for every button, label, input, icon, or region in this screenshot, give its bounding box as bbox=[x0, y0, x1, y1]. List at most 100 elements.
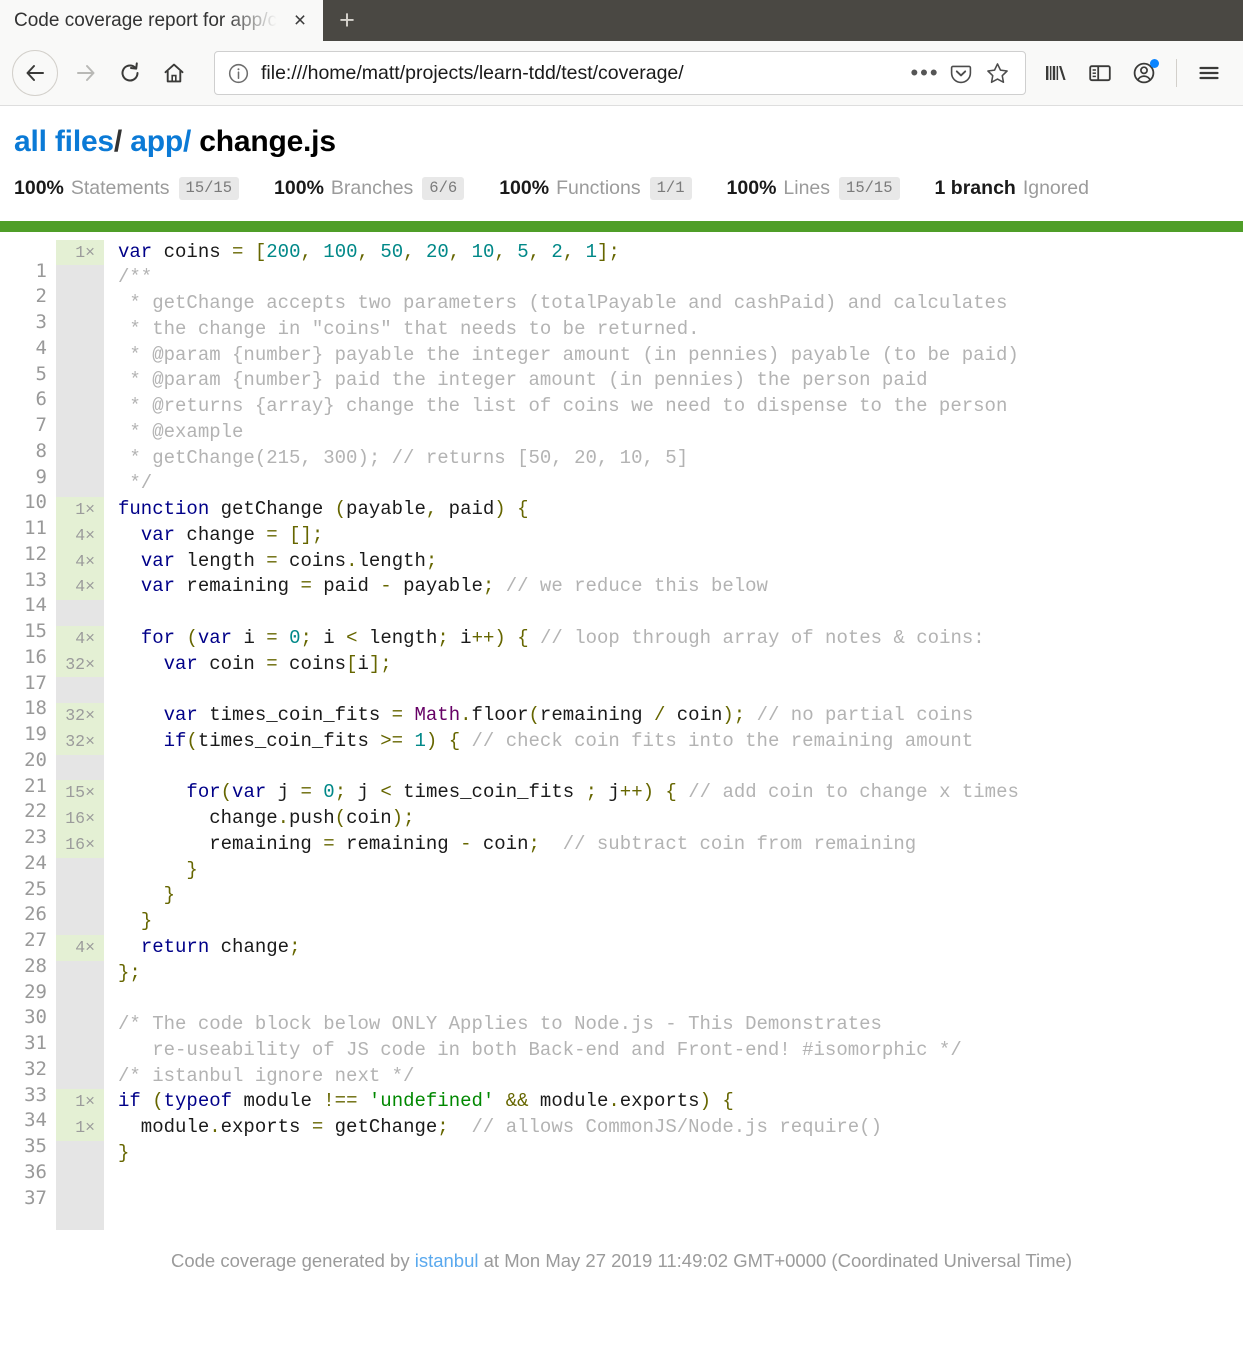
breadcrumb-folder-link[interactable]: app/ bbox=[130, 125, 191, 158]
code-line: } bbox=[163, 884, 176, 907]
code-line: * @param {number} payable the integer am… bbox=[118, 343, 1019, 366]
address-bar[interactable]: file:///home/matt/projects/learn-tdd/tes… bbox=[214, 51, 1026, 95]
footer-prefix: Code coverage generated by bbox=[170, 1250, 410, 1272]
breadcrumb-separator-1: / bbox=[113, 125, 123, 158]
tab-title: Code coverage report for app/change.js bbox=[14, 10, 285, 31]
plus-icon: + bbox=[339, 5, 355, 35]
coverage-stat-statements: 100% Statements 15/15 bbox=[14, 176, 240, 200]
code-line: for(var j = 0; j < times_coin_fits ; j++… bbox=[186, 781, 1019, 804]
code-line: /* The code block below ONLY Applies to … bbox=[118, 1013, 882, 1035]
execution-count bbox=[56, 368, 104, 394]
coverage-stat-ignored: 1 branch Ignored bbox=[935, 177, 1089, 200]
bookmark-button[interactable] bbox=[979, 55, 1015, 91]
report-footer: Code coverage generated by istanbul at M… bbox=[0, 1230, 1243, 1272]
execution-count bbox=[56, 317, 104, 343]
code-line: /* istanbul ignore next */ bbox=[118, 1064, 415, 1087]
coverage-stat-lines: 100% Lines 15/15 bbox=[726, 176, 900, 200]
app-menu-button[interactable] bbox=[1187, 51, 1231, 95]
execution-count: 4× bbox=[56, 625, 104, 652]
execution-count: 4× bbox=[56, 574, 104, 600]
account-button[interactable] bbox=[1122, 51, 1166, 95]
execution-count: 1× bbox=[56, 239, 104, 266]
execution-count: 4× bbox=[56, 548, 104, 575]
istanbul-link[interactable]: istanbul bbox=[415, 1250, 479, 1271]
home-button[interactable] bbox=[152, 51, 196, 95]
code-line: } bbox=[140, 910, 153, 932]
execution-count bbox=[56, 600, 104, 626]
code-line: change.push(coin); bbox=[118, 807, 415, 829]
execution-count: 4× bbox=[56, 522, 104, 549]
branches-label: Branches bbox=[330, 176, 414, 199]
reload-icon bbox=[121, 62, 139, 82]
save-to-pocket-button[interactable] bbox=[943, 55, 979, 91]
execution-count bbox=[56, 471, 104, 497]
info-icon[interactable] bbox=[227, 62, 250, 85]
coverage-stat-branches: 100% Branches 6/6 bbox=[274, 176, 465, 200]
forward-button bbox=[64, 51, 108, 95]
execution-count bbox=[56, 394, 104, 420]
source-code[interactable]: var coins = [200, 100, 50, 20, 10, 5, 2,… bbox=[104, 240, 1243, 1231]
browser-chrome: Code coverage report for app/change.js ×… bbox=[0, 0, 1243, 106]
code-line: if (typeof module !== 'undefined' && mod… bbox=[118, 1090, 734, 1113]
code-line: } bbox=[186, 858, 198, 881]
branches-pct: 100% bbox=[274, 176, 324, 199]
code-line: if(times_coin_fits >= 1) { // check coin… bbox=[163, 729, 974, 752]
execution-count bbox=[56, 446, 104, 472]
reload-button[interactable] bbox=[108, 51, 152, 95]
new-tab-button[interactable]: + bbox=[323, 0, 371, 41]
hamburger-menu-icon bbox=[1199, 66, 1219, 80]
execution-count: 16× bbox=[56, 806, 104, 832]
code-line: function getChange (payable, paid) { bbox=[118, 498, 529, 520]
execution-count bbox=[56, 961, 104, 987]
execution-count bbox=[56, 291, 104, 317]
execution-count bbox=[56, 909, 104, 935]
execution-count bbox=[56, 858, 104, 884]
code-line: var length = coins.length; bbox=[140, 549, 438, 572]
execution-count: 32× bbox=[56, 651, 104, 678]
line-number-gutter: 1 2 3 4 5 6 7 8 9 10 11 12 13 14 15 16 1… bbox=[24, 259, 47, 1209]
execution-count bbox=[56, 755, 104, 781]
url-text[interactable]: file:///home/matt/projects/learn-tdd/tes… bbox=[261, 62, 907, 85]
library-button[interactable] bbox=[1034, 51, 1078, 95]
breadcrumb-all-files-link[interactable]: all files bbox=[14, 125, 114, 158]
lines-pct: 100% bbox=[726, 176, 777, 199]
execution-count bbox=[56, 1038, 104, 1064]
statements-label: Statements bbox=[70, 176, 170, 199]
toolbar-divider bbox=[1176, 59, 1177, 87]
code-line: * getChange accepts two parameters (tota… bbox=[118, 292, 1008, 314]
close-icon[interactable]: × bbox=[285, 6, 315, 36]
back-button[interactable] bbox=[12, 50, 58, 96]
library-icon bbox=[1046, 66, 1066, 80]
execution-count bbox=[56, 420, 104, 446]
browser-tab[interactable]: Code coverage report for app/change.js × bbox=[0, 0, 323, 41]
code-line: * the change in "coins" that needs to be… bbox=[118, 317, 700, 340]
coverage-stat-functions: 100% Functions 1/1 bbox=[499, 176, 692, 200]
execution-count bbox=[56, 1167, 104, 1193]
code-line: remaining = remaining - coin; // subtrac… bbox=[118, 832, 917, 855]
execution-count bbox=[56, 1141, 104, 1167]
arrow-left-icon bbox=[26, 65, 44, 81]
code-line: var coin = coins[i]; bbox=[163, 652, 392, 675]
arrow-right-icon bbox=[77, 65, 95, 81]
code-line: var change = []; bbox=[140, 523, 324, 546]
execution-count: 1× bbox=[56, 1115, 104, 1141]
lines-fraction: 15/15 bbox=[839, 176, 900, 200]
code-line: } bbox=[118, 1141, 130, 1164]
code-line: for (var i = 0; i < length; i++) { // lo… bbox=[140, 626, 985, 649]
execution-count: 32× bbox=[56, 703, 104, 729]
coverage-status-bar bbox=[0, 220, 1243, 232]
account-notification-badge bbox=[1150, 59, 1159, 68]
code-line: module.exports = getChange; // allows Co… bbox=[118, 1116, 882, 1138]
sidebar-button[interactable] bbox=[1078, 51, 1122, 95]
breadcrumb: all files/ app/ change.js bbox=[14, 122, 1229, 163]
code-line: var times_coin_fits = Math.floor(remaini… bbox=[163, 704, 974, 726]
execution-count: 1× bbox=[56, 1089, 104, 1115]
code-line: var remaining = paid - payable; // we re… bbox=[140, 575, 768, 598]
page-title: change.js bbox=[199, 125, 336, 158]
page-actions-button[interactable]: ••• bbox=[907, 55, 943, 91]
tab-strip: Code coverage report for app/change.js ×… bbox=[0, 0, 1243, 41]
